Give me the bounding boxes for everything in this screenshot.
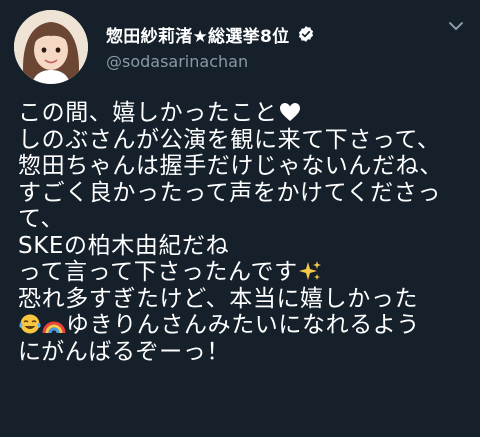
tweet-line: にがんばるぞーっ！: [18, 338, 230, 365]
display-name[interactable]: 惣田紗莉渚★総選挙8位: [106, 22, 289, 47]
tweet-line-text: ゆきりんさんみたいになれるよう: [66, 312, 420, 338]
verified-badge-icon: [297, 25, 315, 43]
tweet-line: 恐れ多すぎたけど、本当に嬉しかった: [18, 285, 419, 312]
chevron-down-icon[interactable]: [446, 16, 466, 36]
user-names: 惣田紗莉渚★総選挙8位 @sodasarinachan: [106, 22, 315, 71]
user-handle[interactable]: @sodasarinachan: [106, 52, 315, 71]
tweet-line: 惣田ちゃんは握手だけじゃないんだね、: [18, 153, 443, 179]
tweet-text: この間、嬉しかったこと しのぶさんが公演を観に来て下さって、 惣田ちゃんは握手だ…: [18, 100, 470, 365]
tweet-line: SKEの柏木由紀だね: [18, 232, 230, 259]
heart-emoji: [278, 101, 302, 123]
display-name-row: 惣田紗莉渚★総選挙8位: [106, 22, 315, 47]
avatar[interactable]: [14, 10, 88, 84]
tweet-line: ゆきりんさんみたいになれるよう: [18, 312, 470, 339]
sparkles-emoji: [298, 260, 322, 282]
tweet-card: 惣田紗莉渚★総選挙8位 @sodasarinachan この間、嬉しかったこと …: [0, 0, 480, 437]
tweet-line: すごく良かったって声をかけてくださっ: [18, 179, 441, 206]
tweet-line: しのぶさんが公演を観に来て下さって、: [18, 126, 441, 153]
tweet-line-text: この間、嬉しかったこと: [18, 100, 278, 126]
tweet-line-text: って言って下さったんです: [18, 259, 298, 285]
tweet-line: この間、嬉しかったこと: [18, 100, 470, 127]
rainbow-emoji: [42, 313, 66, 335]
tears-of-joy-emoji: [18, 313, 42, 335]
tweet-line: て、: [18, 206, 65, 232]
tweet-line: って言って下さったんです: [18, 259, 470, 286]
tweet-header: 惣田紗莉渚★総選挙8位 @sodasarinachan: [14, 10, 468, 88]
